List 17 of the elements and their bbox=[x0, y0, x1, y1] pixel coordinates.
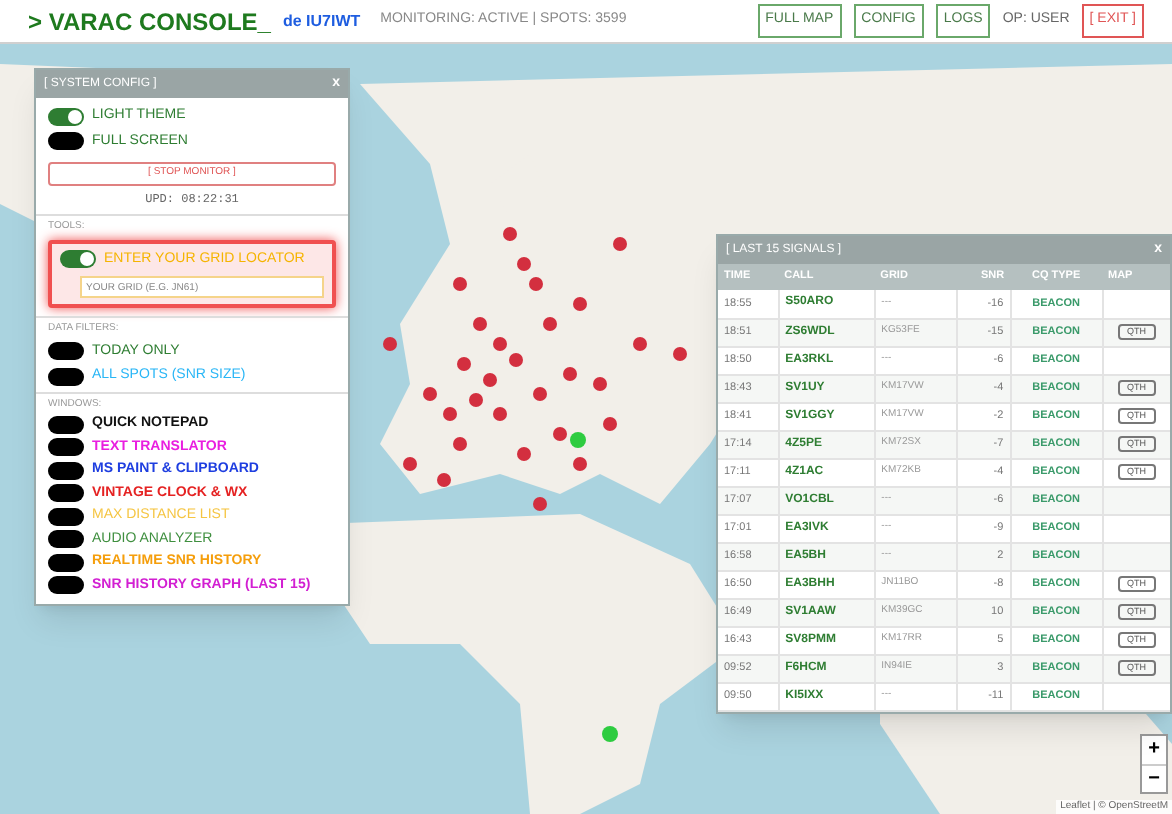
toggle-switch[interactable] bbox=[48, 507, 84, 526]
toggle-switch[interactable] bbox=[48, 367, 84, 386]
zoom-out-button[interactable]: − bbox=[1142, 764, 1166, 792]
toggle-switch[interactable] bbox=[48, 132, 84, 151]
toggle-switch[interactable] bbox=[48, 342, 84, 361]
toggle-switch[interactable] bbox=[60, 250, 96, 269]
toggle-switch[interactable] bbox=[48, 553, 84, 572]
toggle-switch[interactable] bbox=[48, 107, 84, 126]
station-callsign: de IU7IWT bbox=[282, 9, 361, 33]
toggle-switch[interactable] bbox=[48, 461, 84, 480]
app-title: > VARAC CONSOLE_ bbox=[28, 5, 271, 39]
toggle-switch[interactable] bbox=[48, 438, 84, 457]
toggle-switch[interactable] bbox=[48, 530, 84, 549]
toggle-switch[interactable] bbox=[48, 576, 84, 595]
toggle-switch[interactable] bbox=[48, 484, 84, 503]
zoom-in-button[interactable]: + bbox=[1142, 736, 1166, 764]
toggle-switch[interactable] bbox=[48, 415, 84, 434]
